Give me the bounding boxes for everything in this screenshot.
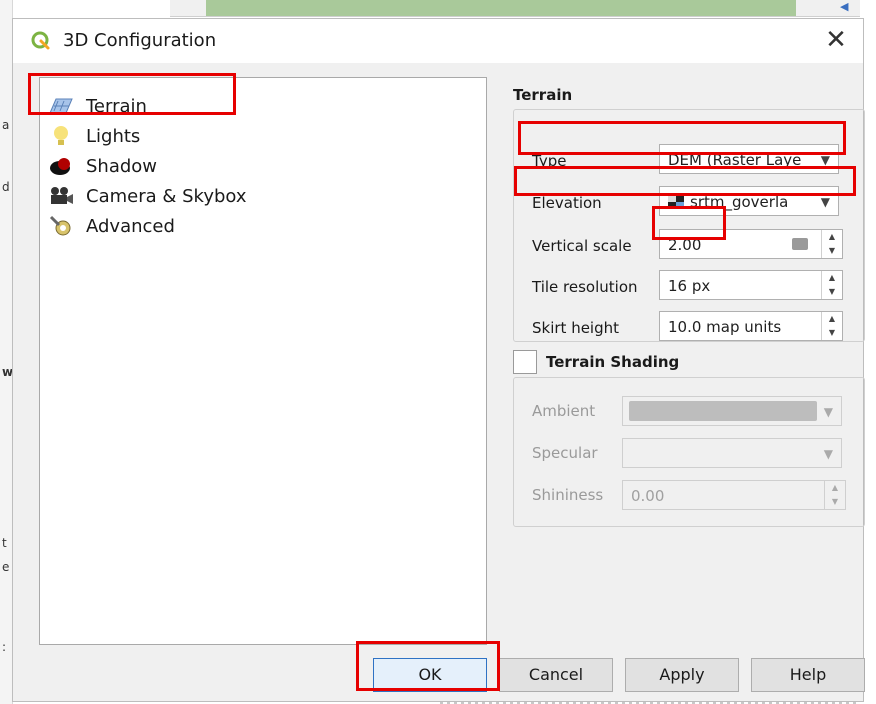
ok-button[interactable]: OK <box>373 658 487 692</box>
nav-item-shadow[interactable]: Shadow <box>48 152 157 180</box>
specular-label: Specular <box>532 444 598 462</box>
terrain-shading-group: Ambient ▼ Specular ▼ Shininess 0.00 ▲ ▼ <box>513 377 865 527</box>
clear-icon[interactable] <box>792 238 808 250</box>
spin-buttons[interactable]: ▲ ▼ <box>821 312 842 340</box>
type-combobox[interactable]: DEM (Raster Laye ▼ <box>659 144 839 174</box>
close-icon[interactable]: ✕ <box>821 25 851 55</box>
elevation-combobox[interactable]: srtm_goverla ▼ <box>659 186 839 216</box>
terrain-shading-checkbox[interactable] <box>513 350 537 374</box>
spin-buttons[interactable]: ▲ ▼ <box>821 230 842 258</box>
spin-up-icon[interactable]: ▲ <box>825 481 845 495</box>
nav-item-label: Lights <box>86 125 141 147</box>
qgis-logo-icon <box>31 31 50 50</box>
spin-up-icon[interactable]: ▲ <box>822 271 842 285</box>
spin-down-icon[interactable]: ▼ <box>822 285 842 299</box>
specular-color-button[interactable]: ▼ <box>622 438 842 468</box>
spin-buttons[interactable]: ▲ ▼ <box>821 271 842 299</box>
advanced-icon <box>48 214 74 238</box>
cancel-button[interactable]: Cancel <box>499 658 613 692</box>
dialog-title: 3D Configuration <box>63 30 217 51</box>
raster-layer-icon <box>668 195 684 209</box>
skirt-height-value: 10.0 map units <box>668 318 782 336</box>
lightbulb-icon <box>48 124 74 148</box>
skirt-height-input[interactable]: 10.0 map units ▲ ▼ <box>659 311 843 341</box>
chevron-down-icon: ▼ <box>823 447 833 461</box>
type-value: DEM (Raster Laye <box>668 151 802 169</box>
map-arrow-icon: ◀ <box>840 0 849 13</box>
chevron-down-icon: ▼ <box>823 405 833 419</box>
category-list: Terrain Lights Shadow Camera & Skybox Ad… <box>39 77 487 645</box>
3d-configuration-dialog: 3D Configuration ✕ Terrain Lights Shadow <box>12 18 865 702</box>
type-label: Type <box>532 152 567 170</box>
chevron-down-icon: ▼ <box>820 195 830 209</box>
nav-item-lights[interactable]: Lights <box>48 122 140 150</box>
nav-item-label: Terrain <box>86 95 147 117</box>
shadow-icon <box>48 154 74 178</box>
shininess-value: 0.00 <box>631 487 665 505</box>
tile-resolution-label: Tile resolution <box>532 278 638 296</box>
spin-up-icon[interactable]: ▲ <box>822 230 842 244</box>
chevron-down-icon: ▼ <box>820 153 830 167</box>
background-map-canvas: ◀ <box>170 0 860 17</box>
elevation-value: srtm_goverla <box>690 193 789 211</box>
spin-down-icon[interactable]: ▼ <box>825 495 845 509</box>
nav-item-label: Shadow <box>86 155 158 177</box>
vertical-scale-label: Vertical scale <box>532 237 632 255</box>
skirt-height-label: Skirt height <box>532 319 620 337</box>
map-strip <box>206 0 796 16</box>
shininess-label: Shininess <box>532 486 604 504</box>
terrain-section-title: Terrain <box>513 86 573 104</box>
nav-item-label: Camera & Skybox <box>86 185 247 207</box>
tile-resolution-input[interactable]: 16 px ▲ ▼ <box>659 270 843 300</box>
nav-item-camera-skybox[interactable]: Camera & Skybox <box>48 182 247 210</box>
spin-down-icon[interactable]: ▼ <box>822 326 842 340</box>
nav-item-terrain[interactable]: Terrain <box>48 92 147 120</box>
spin-down-icon[interactable]: ▼ <box>822 244 842 258</box>
apply-button[interactable]: Apply <box>625 658 739 692</box>
terrain-group: Type DEM (Raster Laye ▼ Elevation srtm_g… <box>513 109 865 342</box>
tile-resolution-value: 16 px <box>668 277 711 295</box>
nav-item-label: Advanced <box>86 215 175 237</box>
spin-buttons[interactable]: ▲ ▼ <box>824 481 845 509</box>
spin-up-icon[interactable]: ▲ <box>822 312 842 326</box>
ambient-color-swatch <box>629 401 817 421</box>
terrain-icon <box>48 94 74 118</box>
vertical-scale-input[interactable]: 2.00 ▲ ▼ <box>659 229 843 259</box>
ambient-label: Ambient <box>532 402 596 420</box>
terrain-shading-title: Terrain Shading <box>546 353 680 371</box>
nav-item-advanced[interactable]: Advanced <box>48 212 175 240</box>
elevation-label: Elevation <box>532 194 602 212</box>
ambient-color-button[interactable]: ▼ <box>622 396 842 426</box>
shininess-input[interactable]: 0.00 ▲ ▼ <box>622 480 846 510</box>
help-button[interactable]: Help <box>751 658 865 692</box>
vertical-scale-value: 2.00 <box>668 236 702 254</box>
title-bar: 3D Configuration ✕ <box>13 19 863 63</box>
camera-icon <box>48 184 74 208</box>
